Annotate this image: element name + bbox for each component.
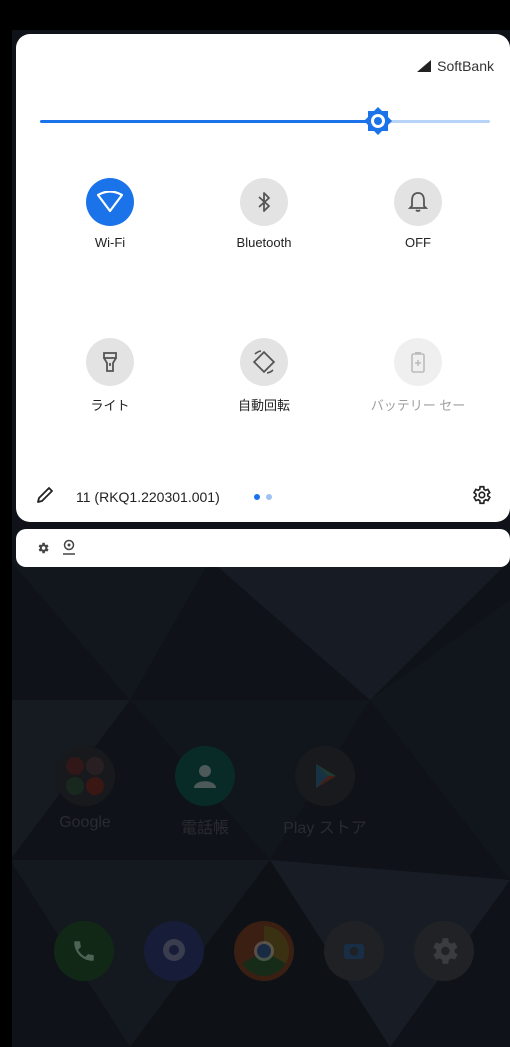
settings-small-icon [38,542,49,554]
status-strip [0,0,510,30]
play-store-icon [295,746,355,806]
tile-bluetooth[interactable]: Bluetooth [204,178,324,250]
wifi-icon [86,178,134,226]
softbank-messenger-icon[interactable] [144,921,204,981]
location-icon [63,539,75,555]
screen-edge [0,0,12,1047]
quick-settings-panel: SoftBank Wi-Fi Bluetooth OFF ライト 自動回転 バッ… [16,34,510,522]
tile-dnd[interactable]: OFF [358,178,478,250]
build-number[interactable]: 11 (RKQ1.220301.001) [76,489,220,505]
contacts-icon [175,746,235,806]
chrome-icon[interactable] [234,921,294,981]
signal-icon [417,60,432,72]
tile-battery-saver[interactable]: バッテリー セー [358,338,478,414]
tile-label: OFF [405,235,431,250]
flashlight-icon [86,338,134,386]
tile-label: Wi-Fi [94,235,126,250]
tile-label: バッテリー セー [370,398,466,413]
settings-app-icon[interactable] [414,921,474,981]
carrier-indicator: SoftBank [417,58,494,74]
slider-track-rest [378,120,490,123]
app-label: Play ストア [283,820,367,837]
page-indicator [254,494,272,500]
tile-flashlight[interactable]: ライト [50,338,170,414]
notification-bar[interactable] [16,529,510,567]
qs-footer: 11 (RKQ1.220301.001) [16,482,510,510]
tile-auto-rotate[interactable]: 自動回転 [204,338,324,414]
tile-wifi[interactable]: Wi-Fi [50,178,170,250]
bluetooth-icon [240,178,288,226]
tile-label: 自動回転 [237,398,290,413]
gear-icon[interactable] [470,484,492,506]
google-folder-icon [55,746,115,806]
page-dot-active [254,494,260,500]
bell-icon [394,178,442,226]
auto-rotate-icon [240,338,288,386]
carrier-name: SoftBank [437,58,494,74]
pencil-icon[interactable] [36,486,54,504]
tile-label: ライト [90,398,130,413]
battery-saver-icon [394,338,442,386]
slider-track-active [40,120,378,123]
brightness-icon[interactable] [362,105,394,137]
camera-icon[interactable] [324,921,384,981]
home-app-google[interactable]: Google [40,746,130,832]
home-app-contacts[interactable]: 電話帳 [160,746,250,838]
tile-label: Bluetooth [236,235,292,250]
phone-icon[interactable] [54,921,114,981]
page-dot-inactive [266,494,272,500]
brightness-slider[interactable] [40,107,490,135]
app-label: 電話帳 [180,820,229,837]
home-app-play-store[interactable]: Play ストア [280,746,370,838]
app-label: Google [59,814,111,831]
